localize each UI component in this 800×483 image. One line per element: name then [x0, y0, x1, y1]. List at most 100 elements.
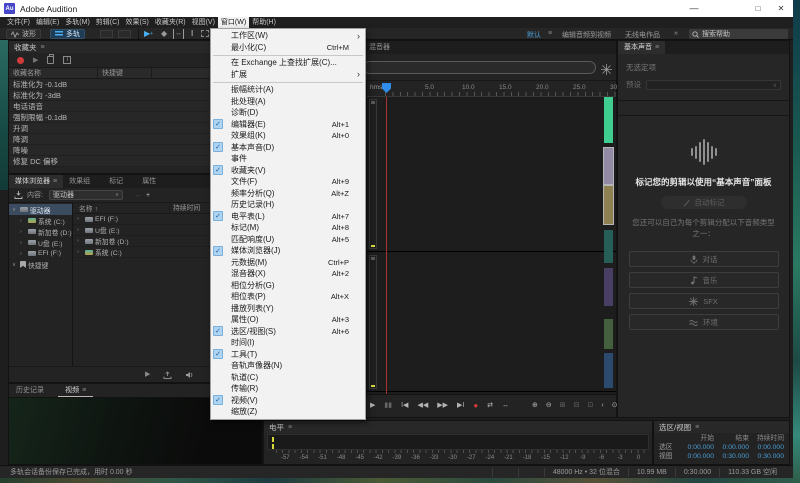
waveform-view-button[interactable]: 波形	[6, 29, 41, 39]
menu-item[interactable]: ✓ 工具(T) ›	[211, 349, 365, 361]
zoom-button[interactable]: ‹	[601, 401, 603, 411]
tree-item[interactable]: ∨ 驱动器	[9, 204, 72, 215]
favorite-row[interactable]: 电话语音	[9, 101, 211, 112]
menu-item[interactable]: ✓ 工作区(W) ›	[211, 30, 365, 42]
workspace-edit-audio-video[interactable]: 编辑音频到视频	[562, 30, 611, 40]
music-type-button[interactable]: 音乐	[629, 272, 779, 288]
menubar-item[interactable]: 文件(F)	[4, 17, 33, 28]
menu-item[interactable]: ✓ 混音器(X) Alt+2 ›	[211, 268, 365, 280]
favorite-row[interactable]: 修复 DC 偏移	[9, 156, 211, 167]
tree-arrow-icon[interactable]: ∨	[12, 207, 18, 213]
menu-item[interactable]: ✓ 属性(O) Alt+3 ›	[211, 314, 365, 326]
tab-mixer[interactable]: 混音器	[363, 41, 396, 54]
menu-item[interactable]: ✓ 时间(I) ›	[211, 337, 365, 349]
close-button[interactable]: ✕	[768, 0, 794, 17]
menubar-item[interactable]: 效果(S)	[123, 17, 152, 28]
preset-dropdown[interactable]: ∨	[646, 80, 781, 90]
move-tool-icon[interactable]: ▶+	[144, 29, 153, 39]
menubar-item[interactable]: 剪辑(C)	[93, 17, 123, 28]
column-favorite-name[interactable]: 收藏名称	[9, 68, 97, 78]
menu-item[interactable]: ✓ 元数据(M) Ctrl+P ›	[211, 257, 365, 269]
menu-item[interactable]: ✓ 振幅统计(A) ›	[211, 84, 365, 96]
panel-menu-icon[interactable]: ≡	[655, 41, 659, 54]
transport-button[interactable]: ●	[473, 401, 478, 411]
menu-item[interactable]: ✓ 相位表(P) Alt+X ›	[211, 291, 365, 303]
record-favorite-icon[interactable]	[17, 57, 24, 64]
menu-item[interactable]: ✓ 选区/视图(S) Alt+6 ›	[211, 326, 365, 338]
menu-item[interactable]: ✓ 批处理(A) ›	[211, 96, 365, 108]
transport-button[interactable]: ⇄	[487, 401, 493, 411]
play-favorite-icon[interactable]: ▶	[33, 56, 38, 64]
spectral-display-icon[interactable]	[601, 62, 612, 73]
column-name[interactable]: 名称 ↑	[73, 203, 169, 213]
search-input[interactable]: 搜索帮助	[689, 29, 788, 39]
row-arrow-icon[interactable]: ›	[77, 216, 83, 222]
menu-item[interactable]: ✓ 扩展 ›	[211, 69, 365, 81]
column-shortcut[interactable]: 快捷键	[97, 68, 151, 78]
export-tray-icon[interactable]	[163, 371, 172, 379]
tree-item[interactable]: › EFI (F:)	[9, 248, 72, 259]
menu-item[interactable]: ✓ 缩放(Z) ›	[211, 406, 365, 418]
zoom-button[interactable]: ⊖	[546, 401, 552, 411]
workspace-default[interactable]: 默认	[527, 30, 541, 40]
zoom-button[interactable]: ⊟	[574, 401, 580, 411]
panel-tab[interactable]: 效果组 ≡	[63, 175, 103, 188]
menubar-item[interactable]: 编辑(E)	[33, 17, 62, 28]
timeline-ruler[interactable]: hms 5.010.015.020.025.030	[367, 81, 616, 97]
menu-item[interactable]: ✓ 基本声音(D) ›	[211, 142, 365, 154]
tree-item[interactable]: › U盘 (E:)	[9, 237, 72, 248]
menubar-item[interactable]: 视图(V)	[189, 17, 218, 28]
tree-arrow-icon[interactable]: ›	[20, 251, 26, 257]
menu-item[interactable]: ✓ 匹配响度(U) Alt+5 ›	[211, 234, 365, 246]
menu-item[interactable]: ✓ 传输(R) ›	[211, 383, 365, 395]
menu-item[interactable]: ✓ 历史记录(H) ›	[211, 199, 365, 211]
menu-item[interactable]: ✓ 视频(V) ›	[211, 395, 365, 407]
tree-item[interactable]: › 新加卷 (D:)	[9, 226, 72, 237]
transport-button[interactable]: ▶	[370, 401, 375, 411]
import-icon[interactable]	[14, 191, 23, 199]
sfx-type-button[interactable]: SFX	[629, 293, 779, 309]
slip-tool-icon[interactable]: ↔	[173, 29, 184, 39]
edit-shortcut-icon[interactable]: I	[63, 56, 71, 64]
track1-volume-fader[interactable]	[369, 99, 377, 249]
menu-item[interactable]: ✓ 最小化(C) Ctrl+M ›	[211, 42, 365, 54]
favorite-row[interactable]: 降调	[9, 134, 211, 145]
track-color-strip[interactable]	[604, 97, 613, 143]
multitrack-view-button[interactable]: 多轨	[50, 29, 85, 39]
selection-view-tab[interactable]: 选区/视图	[659, 422, 691, 433]
razor-tool-icon[interactable]: ◆	[161, 29, 167, 39]
panel-tab[interactable]: 属性 ≡	[136, 175, 169, 188]
row-arrow-icon[interactable]: ›	[77, 227, 83, 233]
menu-item[interactable]: ✓ 媒体浏览器(J) ›	[211, 245, 365, 257]
auto-tag-button[interactable]: 自动标记	[661, 196, 747, 209]
workspace-radio-production[interactable]: 无线电作品	[625, 30, 660, 40]
tree-arrow-icon[interactable]: ›	[20, 240, 26, 246]
media-list-row[interactable]: › EFI (F:)	[73, 214, 211, 225]
tree-arrow-icon[interactable]: ∨	[12, 262, 18, 268]
menu-item[interactable]: ✓ 编辑器(E) Alt+1 ›	[211, 119, 365, 131]
ambience-type-button[interactable]: 环境	[629, 314, 779, 330]
row-arrow-icon[interactable]: ›	[77, 238, 83, 244]
workspace-overflow-icon[interactable]: »	[674, 30, 678, 37]
panel-menu-icon[interactable]: ≡	[41, 44, 45, 51]
media-list-row[interactable]: › 新加卷 (D:)	[73, 236, 211, 247]
zoom-button[interactable]: ⊡	[588, 401, 594, 411]
menu-item[interactable]: ✓ 标记(M) Alt+8 ›	[211, 222, 365, 234]
track-color-strip[interactable]	[604, 148, 613, 184]
transport-button[interactable]: ▶Ι	[457, 401, 464, 411]
menu-item[interactable]: ✓ 频率分析(Q) Alt+Z ›	[211, 188, 365, 200]
tree-item[interactable]: › 系统 (C:)	[9, 215, 72, 226]
menubar-item[interactable]: 帮助(H)	[249, 17, 279, 28]
transport-button[interactable]: ▶▶	[437, 401, 448, 411]
menu-item[interactable]: ✓ 事件 ›	[211, 153, 365, 165]
playhead-marker[interactable]	[382, 83, 391, 93]
marquee-tool-icon[interactable]	[201, 30, 209, 37]
tree-arrow-icon[interactable]: ›	[20, 229, 26, 235]
transport-button[interactable]: ↔	[502, 401, 509, 411]
dialogue-type-button[interactable]: 对话	[629, 251, 779, 267]
track-color-strip[interactable]	[604, 268, 613, 306]
media-list-row[interactable]: › 系统 (C:)	[73, 247, 211, 258]
delete-favorite-icon[interactable]	[47, 56, 54, 64]
favorites-tab[interactable]: 收藏夹	[14, 42, 37, 53]
panel-menu-icon[interactable]: ≡	[695, 424, 699, 431]
